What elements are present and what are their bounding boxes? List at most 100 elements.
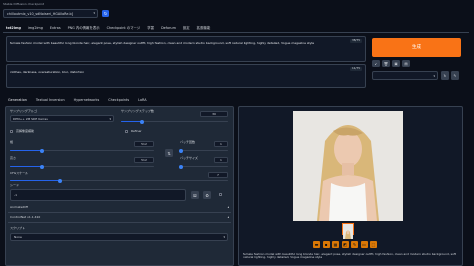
tab-textual-inversion[interactable]: Textual Inversion xyxy=(36,98,65,103)
zip-button[interactable]: ▦ xyxy=(332,241,339,248)
sampling-method-label: サンプリングアルゴ xyxy=(10,109,37,113)
slider-thumb[interactable] xyxy=(39,164,44,169)
brush-icon: ✎ xyxy=(352,242,357,247)
styles-select[interactable]: ▾ xyxy=(372,71,438,80)
prompt-textarea[interactable]: female fashion model with beautiful long… xyxy=(6,36,366,62)
send-to-inpaint-button[interactable]: ✎ xyxy=(351,241,358,248)
tab-generation[interactable]: Generation xyxy=(8,98,27,103)
generation-subtabs: Generation Textual Inversion Hypernetwor… xyxy=(8,98,147,103)
pencil-icon: ✎ xyxy=(453,73,457,78)
height-input[interactable]: 512 xyxy=(134,157,154,163)
animatediff-label: AnimateDiff xyxy=(10,205,28,210)
negative-prompt-textarea[interactable]: clothes, darkness, oversaturation, blur,… xyxy=(6,64,366,88)
prompt-token-counter: 38/75 xyxy=(349,38,362,43)
seed-label: シード xyxy=(10,183,20,187)
random-seed-button[interactable]: ⚄ xyxy=(191,191,199,199)
tab-train[interactable]: 学習 xyxy=(147,26,154,31)
slider-thumb[interactable] xyxy=(179,148,183,153)
checkpoint-select[interactable]: chilloutmix_v10_sdNoiseri_HGAlloRe.b] ▾ xyxy=(3,9,98,18)
upscale-button[interactable]: ⬚ xyxy=(370,241,377,248)
dice-icon: ⚄ xyxy=(193,192,197,198)
sampling-steps-input[interactable]: 30 xyxy=(200,111,228,117)
upscale-icon: ⬚ xyxy=(371,242,376,247)
ruler-icon: ▭ xyxy=(362,242,366,247)
save-button[interactable]: ▪ xyxy=(322,241,330,248)
tab-deforum[interactable]: Deforum xyxy=(161,26,176,31)
generation-info: female fashion model with beautiful long… xyxy=(243,252,457,260)
controlnet-label: ControlNet v1.1.410 xyxy=(10,215,41,220)
refresh-icon: ↻ xyxy=(443,73,447,78)
controlnet-accordion[interactable]: ControlNet v1.1.410 ◂ xyxy=(8,214,231,223)
read-params-button[interactable]: ↙ xyxy=(372,60,380,67)
generate-button[interactable]: 生成 xyxy=(372,38,461,57)
nav-divider xyxy=(3,32,469,33)
height-label: 高さ xyxy=(10,156,17,160)
sampling-method-value: DPM++ 2M SDE Karras xyxy=(13,116,48,121)
swap-dimensions-button[interactable]: ⇅ xyxy=(165,149,173,157)
generate-label: 生成 xyxy=(412,44,421,50)
seed-value: -1 xyxy=(14,193,17,197)
chevron-down-icon: ▾ xyxy=(93,11,95,16)
tab-txt2img[interactable]: txt2img xyxy=(6,26,21,31)
output-actions: ▬ ▪ ▦ ◩ ✎ ▭ ⬚ xyxy=(313,241,377,248)
reuse-seed-button[interactable]: ♻ xyxy=(203,191,211,199)
seed-input[interactable]: -1 xyxy=(10,189,186,201)
open-folder-button[interactable]: ▬ xyxy=(313,241,320,248)
recycle-icon: ♻ xyxy=(205,192,209,198)
batch-count-input[interactable]: 1 xyxy=(214,141,228,147)
apply-styles-button[interactable]: ▤ xyxy=(402,60,410,67)
image-thumbnail[interactable] xyxy=(342,223,354,239)
refresh-styles-button[interactable]: ↻ xyxy=(441,71,449,80)
chevron-down-icon: ▾ xyxy=(433,74,435,78)
chevron-down-icon: ▾ xyxy=(109,116,111,121)
animatediff-accordion[interactable]: AnimateDiff ◂ xyxy=(8,204,231,213)
send-to-extras-button[interactable]: ▭ xyxy=(360,241,368,248)
cfg-scale-input[interactable]: 7 xyxy=(208,172,228,178)
slider-thumb[interactable] xyxy=(39,148,44,153)
slider-thumb[interactable] xyxy=(58,178,63,183)
tab-checkpoint-merge[interactable]: Checkpoint のマージ xyxy=(107,26,141,31)
sampling-steps-label: サンプリングステップ数 xyxy=(121,109,154,113)
cfg-scale-label: CFGスケール xyxy=(10,171,29,175)
refresh-checkpoint-button[interactable]: ↻ xyxy=(102,10,109,17)
sampling-method-select[interactable]: DPM++ 2M SDE Karras ▾ xyxy=(10,115,114,122)
portrait-illustration xyxy=(293,111,403,221)
tab-hypernetworks[interactable]: Hypernetworks xyxy=(74,98,100,103)
width-label: 幅 xyxy=(10,140,14,144)
tool-buttons: ↙ 🗑 ▣ ▤ xyxy=(372,60,410,67)
width-input[interactable]: 512 xyxy=(134,141,154,147)
settings-panel xyxy=(5,106,234,266)
trash-button[interactable]: 🗑 xyxy=(382,60,390,67)
zip-icon: ▦ xyxy=(333,242,338,247)
prompt-text: female fashion model with beautiful long… xyxy=(10,41,315,45)
swap-arrows-icon: ⇅ xyxy=(167,150,171,156)
script-select[interactable]: None ▾ xyxy=(10,233,228,241)
clipboard-icon: ▤ xyxy=(404,61,408,66)
slider-thumb[interactable] xyxy=(179,164,183,169)
tab-lora[interactable]: LoRA xyxy=(138,98,146,103)
tab-settings[interactable]: 設定 xyxy=(183,26,190,31)
negative-prompt-text: clothes, darkness, oversaturation, blur,… xyxy=(10,70,85,74)
folder-icon: ▬ xyxy=(314,242,319,247)
batch-size-label: バッチサイズ xyxy=(180,156,198,160)
image-icon: ▣ xyxy=(394,61,398,66)
batch-size-input[interactable]: 1 xyxy=(214,157,228,163)
edit-styles-button[interactable]: ✎ xyxy=(451,71,459,80)
arrow-icon: ↙ xyxy=(374,61,378,66)
tab-png-info[interactable]: PNG 内の情報を表示 xyxy=(68,26,100,31)
script-value: None xyxy=(14,235,22,239)
tab-extras[interactable]: Extras xyxy=(50,26,61,31)
refiner-label: Refiner xyxy=(131,129,142,133)
tab-checkpoints[interactable]: Checkpoints xyxy=(108,98,129,103)
extra-networks-button[interactable]: ▣ xyxy=(392,60,400,67)
script-label: スクリプト xyxy=(10,226,26,230)
trash-icon: 🗑 xyxy=(383,61,389,66)
send-to-img2img-button[interactable]: ◩ xyxy=(341,241,349,248)
tab-img2img[interactable]: img2img xyxy=(28,26,43,31)
image-icon: ◩ xyxy=(343,242,347,247)
checkpoint-label: Stable Diffusion checkpoint xyxy=(3,2,45,6)
generated-image[interactable] xyxy=(293,111,403,221)
batch-count-label: バッチ回数 xyxy=(180,140,196,144)
tab-extensions[interactable]: 拡張機能 xyxy=(197,26,211,31)
chevron-left-icon: ◂ xyxy=(227,205,229,210)
